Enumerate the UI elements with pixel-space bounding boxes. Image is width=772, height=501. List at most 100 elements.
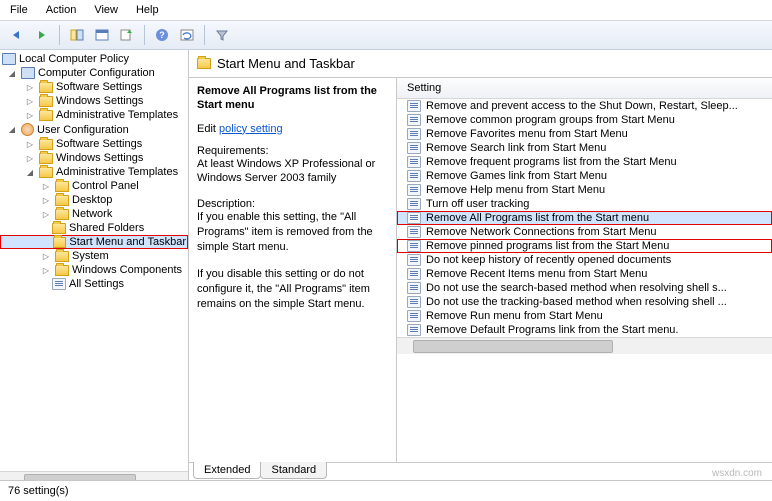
column-header-setting[interactable]: Setting (397, 78, 772, 99)
setting-label: Remove Run menu from Start Menu (426, 310, 603, 322)
selected-setting-heading: Remove All Programs list from the Start … (197, 84, 388, 113)
expand-icon[interactable]: ▷ (24, 109, 36, 121)
collapse-icon[interactable]: ◢ (6, 124, 18, 136)
tree-windows-settings[interactable]: ▷ Windows Settings (0, 94, 188, 108)
setting-row[interactable]: Remove Recent Items menu from Start Menu (397, 267, 772, 281)
setting-label: Do not use the search-based method when … (426, 282, 727, 294)
collapse-icon[interactable]: ◢ (6, 67, 18, 79)
setting-icon (407, 100, 421, 112)
tree-start-menu-taskbar[interactable]: Start Menu and Taskbar (0, 235, 188, 249)
expand-icon[interactable]: ▷ (24, 138, 36, 150)
tree-admin-templates[interactable]: ▷Administrative Templates (0, 108, 188, 122)
tab-extended[interactable]: Extended (193, 462, 261, 479)
folder-icon (55, 251, 69, 262)
toolbar: ? (0, 21, 772, 50)
setting-row[interactable]: Remove pinned programs list from the Sta… (397, 239, 772, 253)
setting-icon (407, 254, 421, 266)
refresh-button[interactable] (176, 24, 198, 46)
setting-row[interactable]: Remove Run menu from Start Menu (397, 309, 772, 323)
setting-row[interactable]: Remove Games link from Start Menu (397, 169, 772, 183)
description-pane: Remove All Programs list from the Start … (189, 78, 397, 462)
expand-icon[interactable]: ▷ (40, 208, 52, 220)
setting-label: Remove and prevent access to the Shut Do… (426, 100, 738, 112)
tree-admin-templates-u[interactable]: ◢Administrative Templates (0, 165, 188, 179)
tree-network[interactable]: ▷ Network (0, 207, 188, 221)
tree-shared-folders[interactable]: Shared Folders (0, 221, 188, 235)
folder-icon (55, 209, 69, 220)
tree-windows-components[interactable]: ▷Windows Components (0, 263, 188, 277)
edit-policy-link[interactable]: policy setting (219, 123, 283, 135)
setting-label: Remove Default Programs link from the St… (426, 324, 678, 336)
tree-pane[interactable]: Local Computer Policy ◢ Computer Configu… (0, 50, 189, 480)
filter-button[interactable] (211, 24, 233, 46)
setting-row[interactable]: Remove and prevent access to the Shut Do… (397, 99, 772, 113)
setting-label: Remove Recent Items menu from Start Menu (426, 268, 647, 280)
folder-icon (52, 223, 66, 234)
setting-row[interactable]: Turn off user tracking (397, 197, 772, 211)
description-text-2: If you disable this setting or do not co… (197, 267, 388, 312)
setting-icon (407, 198, 421, 210)
properties-button[interactable] (91, 24, 113, 46)
setting-icon (407, 128, 421, 140)
folder-icon (39, 82, 53, 93)
export-list-button[interactable] (116, 24, 138, 46)
setting-icon (407, 170, 421, 182)
svg-text:?: ? (159, 30, 165, 40)
policy-icon (2, 53, 16, 65)
setting-row[interactable]: Remove Favorites menu from Start Menu (397, 127, 772, 141)
tree-hscroll[interactable] (0, 471, 188, 480)
tree-all-settings[interactable]: All Settings (0, 277, 188, 291)
setting-icon (407, 226, 421, 238)
menu-action[interactable]: Action (46, 4, 77, 16)
setting-row[interactable]: Do not use the search-based method when … (397, 281, 772, 295)
forward-button[interactable] (31, 24, 53, 46)
setting-label: Remove frequent programs list from the S… (426, 156, 677, 168)
setting-label: Remove Help menu from Start Menu (426, 184, 605, 196)
settings-list-pane[interactable]: Setting Remove and prevent access to the… (397, 78, 772, 462)
tree-root[interactable]: Local Computer Policy (0, 52, 188, 66)
setting-icon (407, 296, 421, 308)
tree-label: Control Panel (72, 180, 139, 192)
requirements-text: At least Windows XP Professional or Wind… (197, 157, 388, 187)
setting-row[interactable]: Do not keep history of recently opened d… (397, 253, 772, 267)
expand-icon[interactable]: ▷ (24, 95, 36, 107)
setting-row[interactable]: Remove frequent programs list from the S… (397, 155, 772, 169)
tree-software-settings[interactable]: ▷Software Settings (0, 80, 188, 94)
tree-label: Network (72, 208, 112, 220)
setting-label: Remove Games link from Start Menu (426, 170, 607, 182)
tree-desktop[interactable]: ▷Desktop (0, 193, 188, 207)
tree-computer-config[interactable]: ◢ Computer Configuration (0, 66, 188, 80)
tree-control-panel[interactable]: ▷ Control Panel (0, 179, 188, 193)
setting-row[interactable]: Remove Help menu from Start Menu (397, 183, 772, 197)
tree-label: Software Settings (56, 138, 142, 150)
tree-windows-settings-u[interactable]: ▷Windows Settings (0, 151, 188, 165)
expand-icon[interactable]: ▷ (40, 264, 52, 276)
setting-row[interactable]: Remove Search link from Start Menu (397, 141, 772, 155)
setting-row[interactable]: Do not use the tracking-based method whe… (397, 295, 772, 309)
expand-icon[interactable]: ▷ (24, 81, 36, 93)
menu-help[interactable]: Help (136, 4, 159, 16)
tree-label: Windows Settings (56, 95, 143, 107)
expand-icon[interactable]: ▷ (40, 180, 52, 192)
menu-view[interactable]: View (94, 4, 118, 16)
tree-system[interactable]: ▷System (0, 249, 188, 263)
setting-row[interactable]: Remove All Programs list from the Start … (397, 211, 772, 225)
expand-icon[interactable]: ▷ (24, 152, 36, 164)
list-hscroll[interactable] (397, 337, 772, 354)
expand-icon[interactable]: ▷ (40, 250, 52, 262)
help-button[interactable]: ? (151, 24, 173, 46)
menu-file[interactable]: File (10, 4, 28, 16)
setting-label: Remove All Programs list from the Start … (426, 212, 649, 224)
setting-row[interactable]: Remove Default Programs link from the St… (397, 323, 772, 337)
tree-user-config[interactable]: ◢ User Configuration (0, 122, 188, 137)
setting-row[interactable]: Remove common program groups from Start … (397, 113, 772, 127)
setting-icon (407, 310, 421, 322)
tree-software-settings-u[interactable]: ▷ Software Settings (0, 137, 188, 151)
setting-label: Turn off user tracking (426, 198, 529, 210)
setting-row[interactable]: Remove Network Connections from Start Me… (397, 225, 772, 239)
show-hide-tree-button[interactable] (66, 24, 88, 46)
collapse-icon[interactable]: ◢ (24, 166, 36, 178)
back-button[interactable] (6, 24, 28, 46)
tab-standard[interactable]: Standard (260, 462, 327, 479)
expand-icon[interactable]: ▷ (40, 194, 52, 206)
